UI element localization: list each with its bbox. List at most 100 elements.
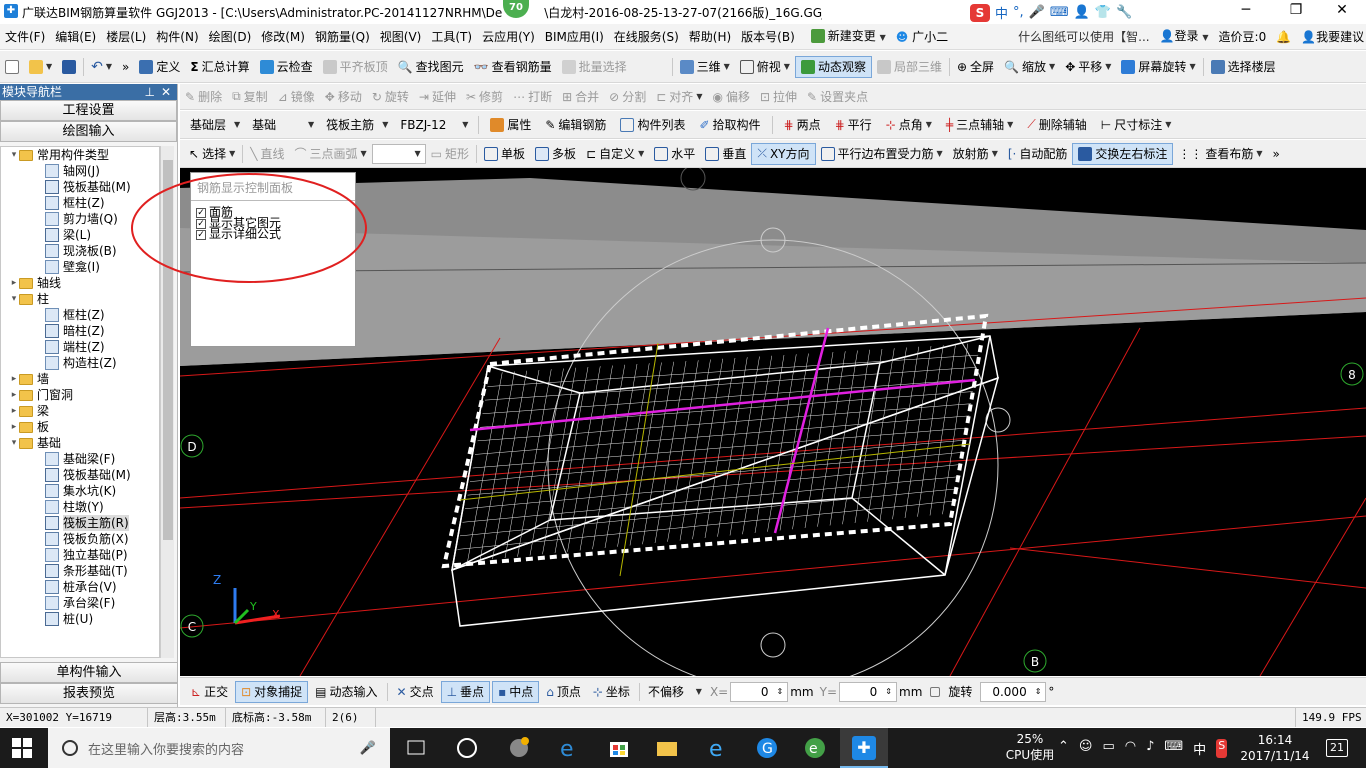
tree-folder[interactable]: ▾ 基础	[1, 435, 159, 451]
tree-folder[interactable]: ▾ 常用构件类型	[1, 147, 159, 163]
close-button[interactable]: ✕	[1322, 2, 1362, 18]
fan-app-icon[interactable]	[455, 736, 479, 760]
tree-item[interactable]: 基础梁(F)	[1, 451, 159, 467]
delete-button[interactable]: ✎ 删除	[180, 86, 227, 108]
offset-mode-select[interactable]: 不偏移 ▼	[644, 682, 706, 702]
parallel-edge-rebar-dropdown[interactable]: 平行边布置受力筋 ▼	[816, 143, 948, 165]
edit-rebar-button[interactable]: ✎ 编辑钢筋	[540, 114, 611, 136]
tree-folder[interactable]: ▾ 柱	[1, 291, 159, 307]
menu-modify[interactable]: 修改(M)	[256, 24, 310, 49]
tree-folder[interactable]: ▸ 墙	[1, 371, 159, 387]
bell-icon[interactable]: 🔔	[1271, 24, 1296, 49]
menu-cloud[interactable]: 云应用(Y)	[477, 24, 540, 49]
align-slab-top-button[interactable]: 平齐板顶	[318, 56, 393, 78]
tree-item[interactable]: 筏板基础(M)	[1, 467, 159, 483]
edge-icon[interactable]: e	[557, 736, 581, 762]
fullscreen-button[interactable]: ⊕ 全屏	[952, 56, 999, 78]
properties-button[interactable]: 属性	[485, 114, 536, 136]
task-view-icon[interactable]	[405, 736, 429, 760]
expand-arrow-icon[interactable]: ▸	[9, 371, 19, 387]
category-select[interactable]: 基础 ▼	[248, 115, 318, 135]
tray-expand-icon[interactable]: ⌃	[1058, 739, 1069, 758]
close-panel-icon[interactable]: ✕	[161, 84, 171, 100]
select-floor-button[interactable]: 选择楼层	[1206, 56, 1281, 78]
ie-icon[interactable]: e	[705, 736, 729, 762]
component-list-button[interactable]: 构件列表	[615, 114, 690, 136]
report-preview-button[interactable]: 报表预览	[0, 683, 178, 704]
select-dropdown[interactable]: ↖ 选择 ▼	[184, 143, 240, 165]
batch-select-button[interactable]: 批量选择	[557, 56, 632, 78]
sogou-icon[interactable]: S	[970, 3, 990, 22]
tree-item[interactable]: 框柱(Z)	[1, 307, 159, 323]
coordinate-snap-button[interactable]: ⊹ 坐标	[588, 681, 635, 703]
tree-item[interactable]: 暗柱(Z)	[1, 323, 159, 339]
y-input[interactable]: 0 ⇕	[839, 681, 897, 702]
ime-indicator[interactable]: 中	[1193, 739, 1206, 758]
orbit-handle-bottom[interactable]	[760, 632, 786, 658]
layer-select[interactable]: 基础层 ▼	[186, 115, 244, 135]
horizontal-button[interactable]: 水平	[649, 143, 700, 165]
keyboard-icon[interactable]: ⌨	[1164, 739, 1183, 758]
rectangle-button[interactable]: ▭ 矩形	[426, 143, 474, 165]
ime-toolbar[interactable]: S 中 °, 🎤 ⌨ 👤 👕 🔧	[970, 3, 1132, 22]
view-rebar-layout-dropdown[interactable]: ⋮⋮ 查看布筋 ▼	[1173, 143, 1267, 165]
active-app-ggj[interactable]: ✚	[840, 728, 888, 768]
copy-button[interactable]: ⧉ 复制	[227, 86, 273, 108]
undo-button[interactable]: ↶ ▼	[86, 56, 117, 78]
menu-file[interactable]: 文件(F)	[0, 24, 50, 49]
ad-link[interactable]: 什么图纸可以使用【智...	[1013, 24, 1154, 49]
tree-item[interactable]: 独立基础(P)	[1, 547, 159, 563]
expand-arrow-icon[interactable]: ▸	[9, 387, 19, 403]
intersection-snap-button[interactable]: ✕ 交点	[392, 681, 439, 703]
radial-rebar-dropdown[interactable]: 放射筋 ▼	[948, 143, 1003, 165]
break-button[interactable]: ⋯ 打断	[508, 86, 557, 108]
expand-arrow-icon[interactable]: ▸	[9, 419, 19, 435]
toolbar-overflow[interactable]: »	[1268, 143, 1285, 165]
collapse-arrow-icon[interactable]: ▾	[9, 147, 19, 163]
wrench-icon[interactable]: 🔧	[1116, 5, 1132, 20]
pan-dropdown[interactable]: ✥ 平移 ▼	[1060, 56, 1116, 78]
user-icon[interactable]: 👤	[1074, 5, 1090, 20]
component-type-select[interactable]: 筏板主筋 ▼	[322, 115, 392, 135]
people-icon[interactable]: ☺	[1079, 739, 1093, 758]
point-angle-dropdown[interactable]: ⊹ 点角 ▼	[881, 114, 937, 136]
extend-button[interactable]: ⇥ 延伸	[414, 86, 461, 108]
single-slab-button[interactable]: 单板	[479, 143, 530, 165]
menu-rebar[interactable]: 钢筋量(Q)	[310, 24, 375, 49]
new-file-button[interactable]	[0, 56, 24, 78]
menu-online[interactable]: 在线服务(S)	[609, 24, 684, 49]
browser-app-icon[interactable]	[507, 736, 531, 760]
tree-item[interactable]: 桩(U)	[1, 611, 159, 627]
ime-punct[interactable]: °,	[1013, 5, 1024, 20]
two-point-axis-button[interactable]: ⋕ 两点	[779, 114, 826, 136]
menu-component[interactable]: 构件(N)	[151, 24, 203, 49]
mic-icon[interactable]: 🎤	[1029, 5, 1045, 20]
clock[interactable]: 16:14 2017/11/14	[1240, 732, 1310, 764]
expand-arrow-icon[interactable]: ▸	[9, 403, 19, 419]
taskbar-search[interactable]: 在这里输入你要搜索的内容 🎤	[48, 728, 390, 768]
save-button[interactable]	[57, 56, 81, 78]
offset-button[interactable]: ◉ 偏移	[707, 86, 755, 108]
swap-labels-button[interactable]: 交换左右标注	[1072, 142, 1174, 165]
trim-button[interactable]: ✂ 修剪	[461, 86, 508, 108]
menu-draw[interactable]: 绘图(D)	[204, 24, 257, 49]
menu-guangxiaoer[interactable]: ☻ 广小二	[891, 24, 953, 49]
file-explorer-icon[interactable]	[655, 736, 679, 760]
tree-folder[interactable]: ▸ 门窗洞	[1, 387, 159, 403]
glodon-app-icon[interactable]: G	[755, 736, 779, 760]
menu-view[interactable]: 视图(V)	[375, 24, 427, 49]
tree-item[interactable]: 筏板负筋(X)	[1, 531, 159, 547]
xy-direction-button[interactable]: ⤫ XY方向	[751, 142, 816, 165]
custom-dropdown[interactable]: ⊏ 自定义 ▼	[581, 143, 649, 165]
mirror-button[interactable]: ⊿ 镜像	[273, 86, 320, 108]
network-icon[interactable]: ◠	[1125, 739, 1136, 758]
find-element-button[interactable]: 🔍 查找图元	[393, 56, 469, 78]
auto-rebar-button[interactable]: [· 自动配筋	[1003, 143, 1073, 165]
expand-arrow-icon[interactable]: ▸	[9, 275, 19, 291]
suggest-button[interactable]: 👤我要建议	[1296, 24, 1366, 49]
windows-start-icon[interactable]	[12, 738, 32, 758]
menu-floor[interactable]: 楼层(L)	[101, 24, 151, 49]
dynamic-input-button[interactable]: ▤ 动态输入	[310, 681, 382, 703]
open-file-button[interactable]: ▼	[24, 56, 57, 78]
rotate-checkbox[interactable]	[930, 686, 941, 697]
